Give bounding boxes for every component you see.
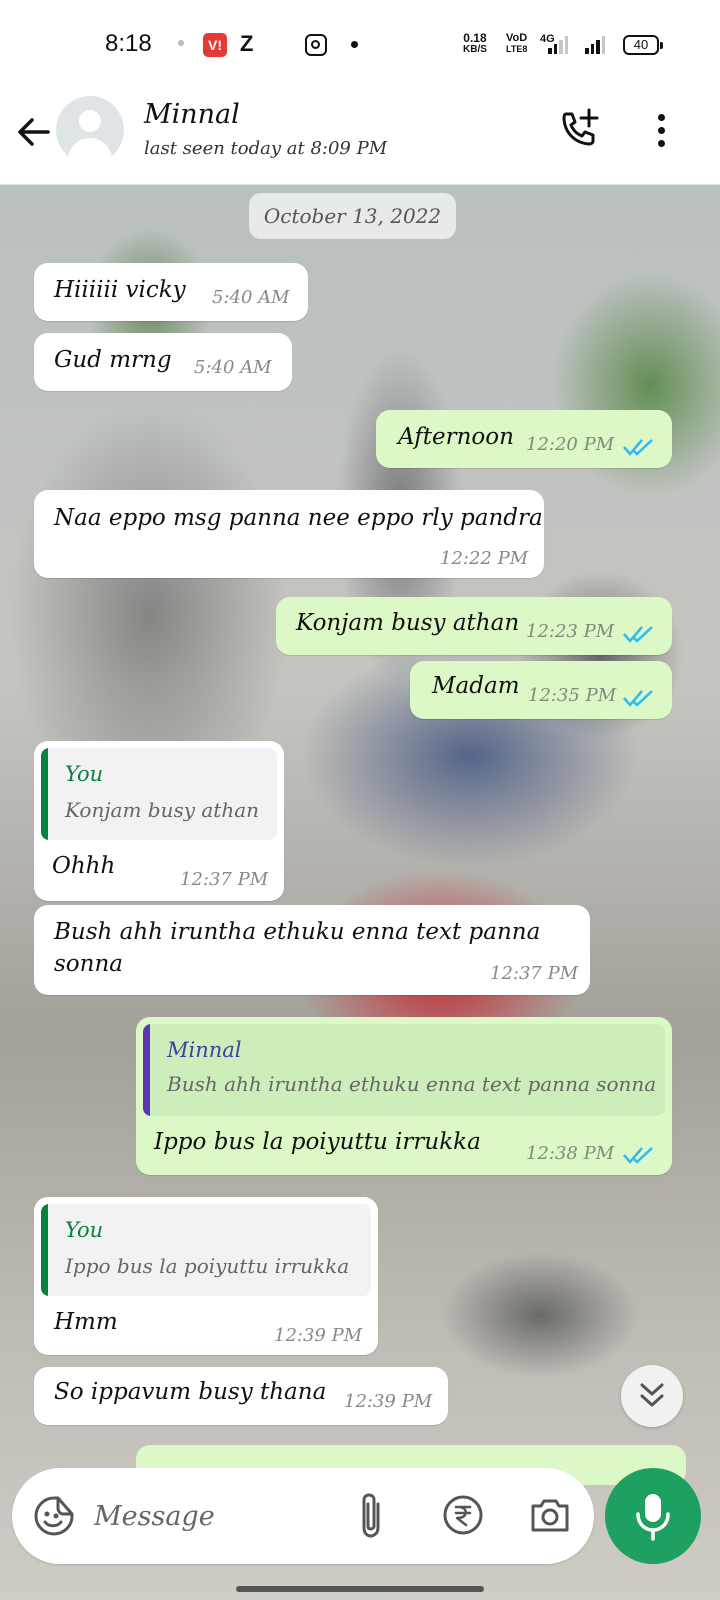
network-speed: 0.18 KB/S bbox=[463, 32, 487, 56]
avatar-body bbox=[68, 138, 112, 164]
gesture-nav-bar[interactable] bbox=[236, 1586, 484, 1592]
add-call-icon[interactable] bbox=[556, 106, 604, 154]
quote-text: Bush ahh iruntha ethuku enna text panna … bbox=[167, 1072, 657, 1096]
message-text: Afternoon bbox=[398, 424, 514, 450]
chat-header: Minnal last seen today at 8:09 PM bbox=[0, 92, 720, 185]
quote-text: Konjam busy athan bbox=[65, 798, 260, 822]
read-receipt-icon bbox=[623, 439, 653, 456]
signal-strength-1-icon bbox=[548, 36, 568, 54]
zomato-app-icon: Z bbox=[240, 31, 254, 56]
volte-indicator: VoD LTE8 bbox=[506, 33, 527, 55]
more-options-icon[interactable] bbox=[648, 108, 676, 152]
vi-app-icon: V! bbox=[203, 33, 227, 57]
message-time: 12:37 PM bbox=[180, 869, 269, 890]
read-receipt-icon bbox=[623, 690, 653, 707]
message-text: Madam bbox=[432, 673, 520, 699]
quote-author: Minnal bbox=[167, 1038, 242, 1062]
volte-top: VoD bbox=[506, 32, 528, 44]
attach-paperclip-icon[interactable] bbox=[352, 1490, 390, 1542]
message-composer bbox=[12, 1468, 594, 1564]
status-time: 8:18 bbox=[105, 30, 152, 57]
mic-icon bbox=[636, 1494, 670, 1541]
quote-bar bbox=[41, 1204, 48, 1296]
instagram-icon bbox=[305, 34, 327, 56]
message-text: Naa eppo msg panna nee eppo rly pandra bbox=[54, 505, 543, 531]
quoted-message[interactable]: You Konjam busy athan bbox=[41, 748, 277, 840]
incoming-message[interactable]: So ippavum busy thana 12:39 PM bbox=[34, 1367, 448, 1425]
message-time: 12:38 PM bbox=[526, 1143, 615, 1164]
status-indicator-dot bbox=[178, 40, 184, 46]
quoted-message[interactable]: Minnal Bush ahh iruntha ethuku enna text… bbox=[143, 1024, 665, 1116]
message-time: 12:39 PM bbox=[274, 1325, 363, 1346]
message-text-line-1: Bush ahh iruntha ethuku enna text panna bbox=[54, 919, 541, 945]
quote-author: You bbox=[65, 762, 104, 786]
chat-area[interactable]: October 13, 2022 Hiiiiii vicky 5:40 AM G… bbox=[0, 185, 720, 1600]
emoji-sticker-icon[interactable] bbox=[32, 1494, 76, 1538]
camera-icon[interactable] bbox=[528, 1494, 572, 1536]
contact-name[interactable]: Minnal bbox=[144, 99, 240, 130]
message-time: 12:20 PM bbox=[526, 434, 615, 455]
volte-bottom: LTE8 bbox=[506, 44, 528, 54]
avatar-head bbox=[79, 110, 101, 132]
message-time: 12:23 PM bbox=[526, 621, 615, 642]
incoming-message[interactable]: Hiiiiii vicky 5:40 AM bbox=[34, 263, 308, 321]
network-speed-unit: KB/S bbox=[463, 44, 487, 55]
message-text: Ippo bus la poiyuttu irrukka bbox=[154, 1129, 481, 1155]
message-text: Hmm bbox=[54, 1309, 118, 1335]
status-bar: 8:18 V! Z 0.18 KB/S VoD LTE8 4G 40 bbox=[0, 0, 720, 92]
message-time: 12:35 PM bbox=[528, 685, 617, 706]
incoming-reply-message[interactable]: You Konjam busy athan Ohhh 12:37 PM bbox=[34, 741, 284, 901]
read-receipt-icon bbox=[623, 1147, 653, 1164]
message-time: 5:40 AM bbox=[212, 287, 290, 308]
battery-icon: 40 bbox=[623, 35, 663, 55]
read-receipt-icon bbox=[623, 626, 653, 643]
mic-button[interactable] bbox=[605, 1468, 701, 1564]
quote-bar bbox=[143, 1024, 150, 1116]
signal-strength-2-icon bbox=[585, 36, 605, 54]
message-time: 12:37 PM bbox=[490, 963, 579, 984]
incoming-message[interactable]: Naa eppo msg panna nee eppo rly pandra 1… bbox=[34, 490, 544, 578]
last-seen-status: last seen today at 8:09 PM bbox=[144, 138, 388, 159]
quote-bar bbox=[41, 748, 48, 840]
message-time: 5:40 AM bbox=[194, 357, 272, 378]
message-time: 12:22 PM bbox=[440, 548, 529, 569]
back-arrow-icon[interactable] bbox=[14, 112, 54, 152]
date-chip: October 13, 2022 bbox=[249, 193, 456, 239]
outgoing-message[interactable]: Konjam busy athan 12:23 PM bbox=[276, 597, 672, 655]
message-text: Konjam busy athan bbox=[296, 610, 520, 636]
outgoing-message[interactable]: Afternoon 12:20 PM bbox=[376, 410, 672, 468]
message-text: Hiiiiii vicky bbox=[54, 277, 186, 303]
more-notifications-dot bbox=[351, 41, 358, 48]
network-speed-value: 0.18 bbox=[463, 31, 487, 45]
outgoing-reply-message[interactable]: Minnal Bush ahh iruntha ethuku enna text… bbox=[136, 1017, 672, 1175]
quote-text: Ippo bus la poiyuttu irrukka bbox=[65, 1254, 350, 1278]
message-text: So ippavum busy thana bbox=[54, 1379, 327, 1405]
message-input[interactable] bbox=[94, 1490, 344, 1542]
contact-avatar[interactable] bbox=[56, 96, 124, 164]
message-text: Ohhh bbox=[52, 853, 116, 879]
quoted-message[interactable]: You Ippo bus la poiyuttu irrukka bbox=[41, 1204, 371, 1296]
outgoing-message[interactable]: Madam 12:35 PM bbox=[410, 661, 672, 719]
scroll-to-bottom-button[interactable] bbox=[621, 1365, 683, 1427]
rupee-payment-icon[interactable] bbox=[442, 1494, 484, 1536]
incoming-message[interactable]: Bush ahh iruntha ethuku enna text panna … bbox=[34, 905, 590, 995]
message-text-line-2: sonna bbox=[54, 951, 123, 977]
quote-author: You bbox=[65, 1218, 104, 1242]
incoming-message[interactable]: Gud mrng 5:40 AM bbox=[34, 333, 292, 391]
double-chevron-down-icon bbox=[640, 1383, 664, 1407]
message-text: Gud mrng bbox=[54, 347, 172, 373]
message-time: 12:39 PM bbox=[344, 1391, 433, 1412]
incoming-reply-message[interactable]: You Ippo bus la poiyuttu irrukka Hmm 12:… bbox=[34, 1197, 378, 1355]
